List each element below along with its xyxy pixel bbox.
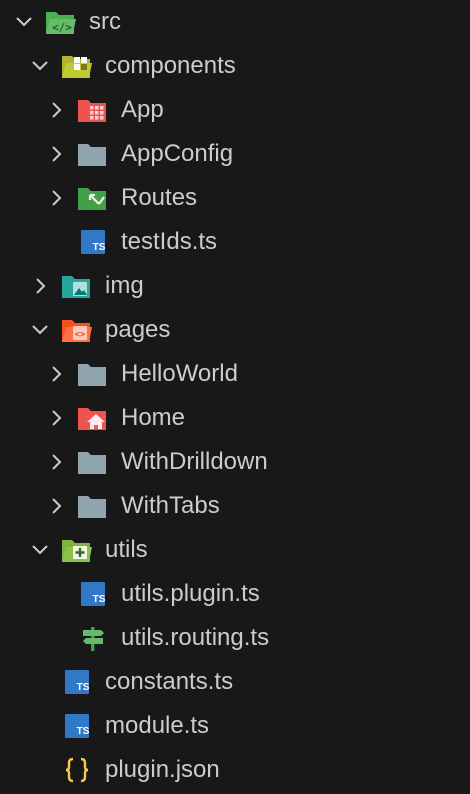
chevron-down-icon[interactable] xyxy=(12,10,36,34)
folder-icon xyxy=(77,359,109,389)
chevron-right-icon[interactable] xyxy=(44,494,68,518)
tree-item-label: utils xyxy=(105,536,148,563)
typescript-file-icon: TS xyxy=(77,227,109,257)
tree-item-label: WithDrilldown xyxy=(121,448,268,475)
folder-app-icon xyxy=(77,95,109,125)
folder-pages-open-icon: <> xyxy=(61,315,93,345)
chevron-right-icon[interactable] xyxy=(44,406,68,430)
tree-item-label: plugin.json xyxy=(105,756,220,783)
tree-item-label: img xyxy=(105,272,144,299)
tree-item-appconfig[interactable]: AppConfig xyxy=(0,132,470,176)
tree-item-utils-routing-ts[interactable]: utils.routing.ts xyxy=(0,616,470,660)
tree-item-label: utils.routing.ts xyxy=(121,624,270,651)
chevron-right-icon[interactable] xyxy=(44,142,68,166)
tree-item-constants-ts[interactable]: TS constants.ts xyxy=(0,660,470,704)
tree-item-label: Routes xyxy=(121,184,198,211)
tree-item-label: WithTabs xyxy=(121,492,220,519)
chevron-down-icon[interactable] xyxy=(28,54,52,78)
chevron-right-icon[interactable] xyxy=(44,98,68,122)
chevron-right-icon[interactable] xyxy=(44,362,68,386)
svg-text:TS: TS xyxy=(77,726,90,737)
tree-item-withdrilldown[interactable]: WithDrilldown xyxy=(0,440,470,484)
tree-item-app[interactable]: App xyxy=(0,88,470,132)
tree-item-testids-ts[interactable]: TS testIds.ts xyxy=(0,220,470,264)
folder-home-icon xyxy=(77,403,109,433)
typescript-file-icon: TS xyxy=(61,667,93,697)
tree-item-pages[interactable]: <> pages xyxy=(0,308,470,352)
routing-file-icon xyxy=(77,623,109,653)
svg-text:</>: </> xyxy=(52,21,72,34)
tree-item-label: HelloWorld xyxy=(121,360,238,387)
tree-item-label: AppConfig xyxy=(121,140,234,167)
svg-text:TS: TS xyxy=(93,594,106,605)
tree-item-routes[interactable]: Routes xyxy=(0,176,470,220)
tree-item-helloworld[interactable]: HelloWorld xyxy=(0,352,470,396)
tree-item-label: components xyxy=(105,52,236,79)
tree-item-label: App xyxy=(121,96,164,123)
chevron-right-icon[interactable] xyxy=(44,186,68,210)
folder-routes-icon xyxy=(77,183,109,213)
typescript-file-icon: TS xyxy=(77,579,109,609)
svg-text:TS: TS xyxy=(77,682,90,693)
tree-item-label: testIds.ts xyxy=(121,228,218,255)
svg-text:<>: <> xyxy=(75,330,86,340)
folder-src-open-icon: </> xyxy=(45,7,77,37)
folder-images-icon xyxy=(61,271,93,301)
typescript-file-icon: TS xyxy=(61,711,93,741)
tree-item-module-ts[interactable]: TS module.ts xyxy=(0,704,470,748)
folder-icon xyxy=(77,447,109,477)
tree-item-utils-plugin-ts[interactable]: TS utils.plugin.ts xyxy=(0,572,470,616)
folder-icon xyxy=(77,491,109,521)
tree-item-label: module.ts xyxy=(105,712,210,739)
folder-utils-open-icon xyxy=(61,535,93,565)
tree-item-label: utils.plugin.ts xyxy=(121,580,260,607)
tree-item-src[interactable]: </> src xyxy=(0,0,470,44)
chevron-down-icon[interactable] xyxy=(28,538,52,562)
folder-icon xyxy=(77,139,109,169)
tree-item-utils[interactable]: utils xyxy=(0,528,470,572)
chevron-right-icon[interactable] xyxy=(28,274,52,298)
json-file-icon xyxy=(61,755,93,785)
tree-item-label: Home xyxy=(121,404,186,431)
folder-components-open-icon xyxy=(61,51,93,81)
tree-item-img[interactable]: img xyxy=(0,264,470,308)
chevron-right-icon[interactable] xyxy=(44,450,68,474)
tree-item-components[interactable]: components xyxy=(0,44,470,88)
tree-item-label: constants.ts xyxy=(105,668,234,695)
chevron-down-icon[interactable] xyxy=(28,318,52,342)
tree-item-home[interactable]: Home xyxy=(0,396,470,440)
file-explorer-tree: </> src components App AppConfig Routes … xyxy=(0,0,470,794)
tree-item-plugin-json[interactable]: plugin.json xyxy=(0,748,470,792)
svg-text:TS: TS xyxy=(93,242,106,253)
tree-item-label: pages xyxy=(105,316,171,343)
tree-item-label: src xyxy=(89,8,121,35)
tree-item-withtabs[interactable]: WithTabs xyxy=(0,484,470,528)
